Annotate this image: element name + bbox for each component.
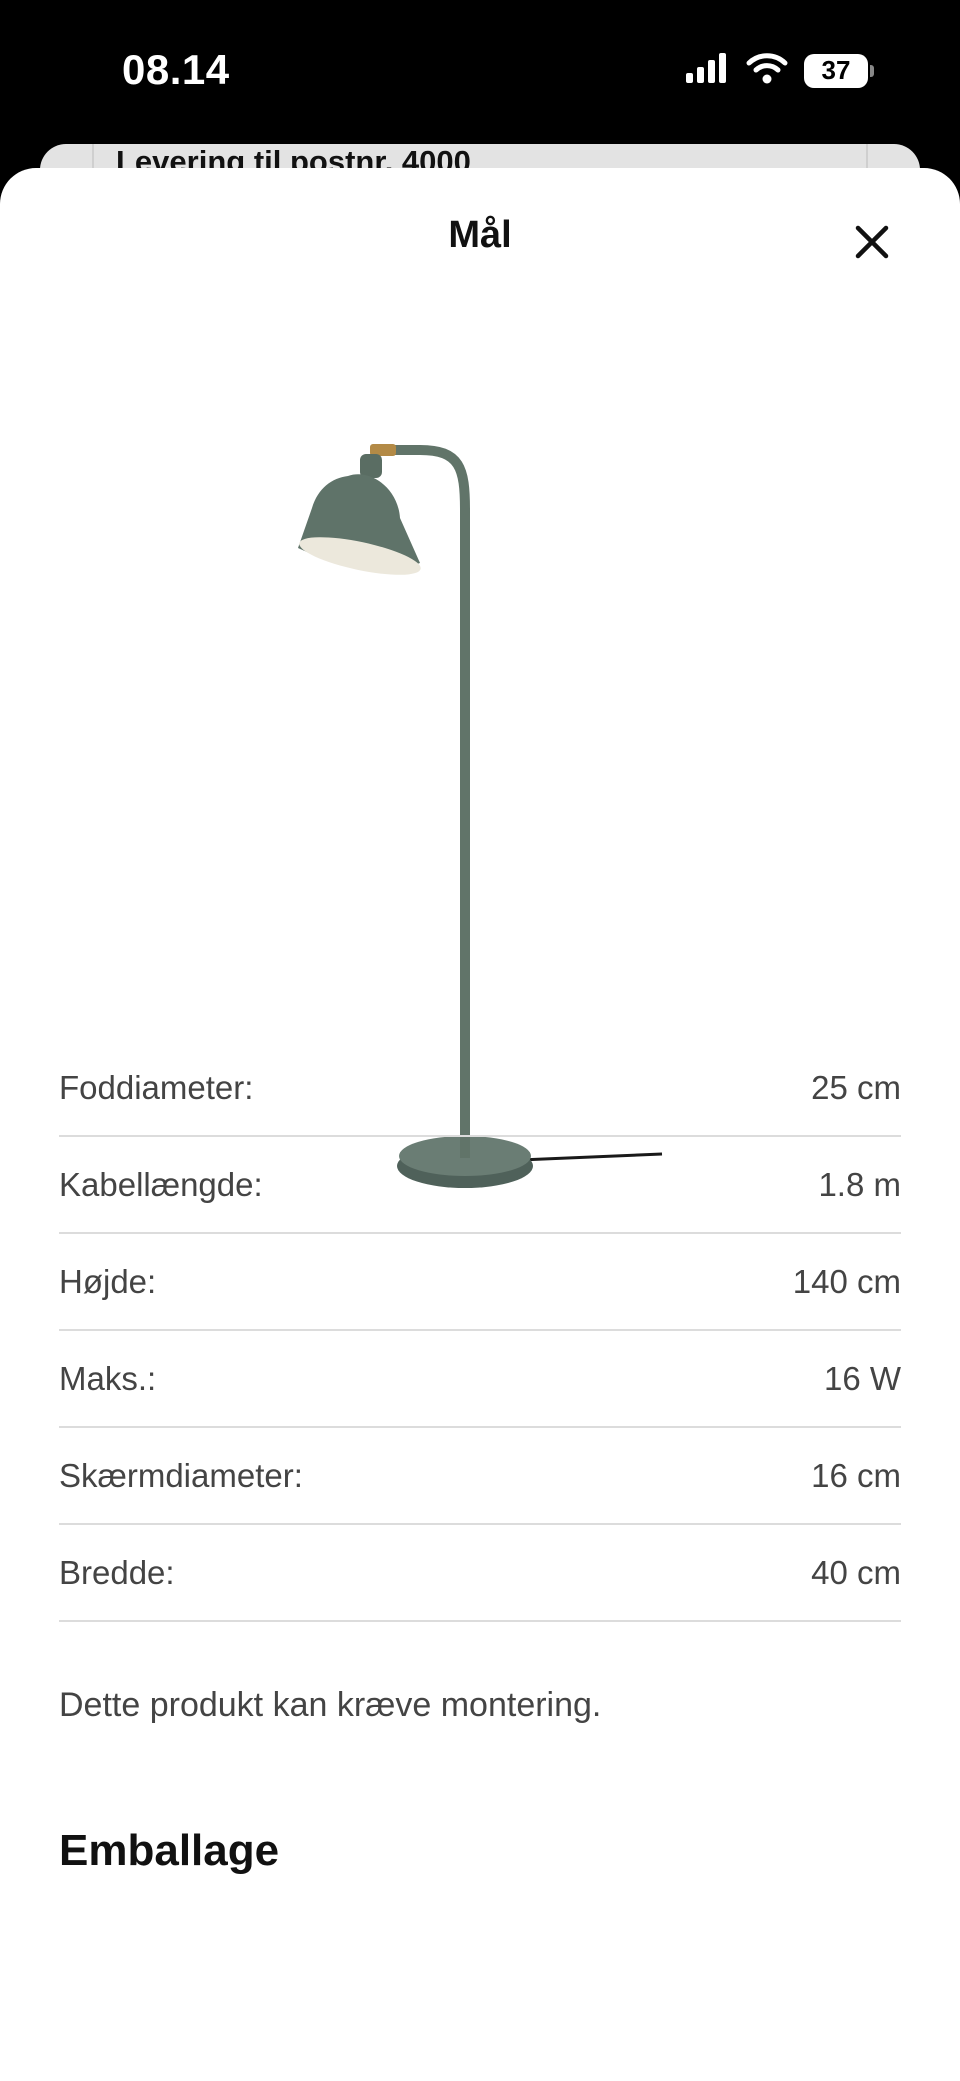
sheet-title: Mål xyxy=(448,214,512,256)
spec-value: 140 cm xyxy=(792,1262,901,1300)
dimension-specs: Foddiameter: 25 cm Kabellængde: 1.8 m Hø… xyxy=(59,1040,901,1622)
spec-label: Foddiameter: xyxy=(59,1068,254,1106)
battery-level: 37 xyxy=(821,55,851,85)
assembly-note: Dette produkt kan kræve montering. xyxy=(59,1686,602,1724)
spec-value: 25 cm xyxy=(811,1068,901,1106)
spec-label: Bredde: xyxy=(59,1553,175,1591)
spec-value: 16 W xyxy=(823,1359,901,1397)
spec-row: Skærmdiameter: 16 cm xyxy=(59,1428,901,1525)
spec-label: Højde: xyxy=(59,1262,157,1300)
signal-icon xyxy=(686,53,730,88)
wifi-icon xyxy=(746,52,788,89)
status-bar: 08.14 37 xyxy=(0,0,960,150)
status-icons: 37 xyxy=(686,52,874,89)
spec-row: Bredde: 40 cm xyxy=(59,1525,901,1622)
spec-value: 16 cm xyxy=(811,1456,901,1494)
spec-row: Foddiameter: 25 cm xyxy=(59,1040,901,1137)
spec-row: Højde: 140 cm xyxy=(59,1234,901,1331)
spec-value: 40 cm xyxy=(811,1553,901,1591)
battery-icon: 37 xyxy=(804,53,874,88)
status-time: 08.14 xyxy=(122,46,230,93)
spec-label: Skærmdiameter: xyxy=(59,1456,303,1494)
spec-label: Maks.: xyxy=(59,1359,157,1397)
spec-label: Kabellængde: xyxy=(59,1165,263,1203)
spec-row: Kabellængde: 1.8 m xyxy=(59,1137,901,1234)
packaging-heading: Emballage xyxy=(59,1826,280,1875)
close-button[interactable] xyxy=(844,214,900,270)
spec-row: Maks.: 16 W xyxy=(59,1331,901,1428)
close-icon xyxy=(855,225,889,259)
spec-value: 1.8 m xyxy=(818,1165,901,1203)
